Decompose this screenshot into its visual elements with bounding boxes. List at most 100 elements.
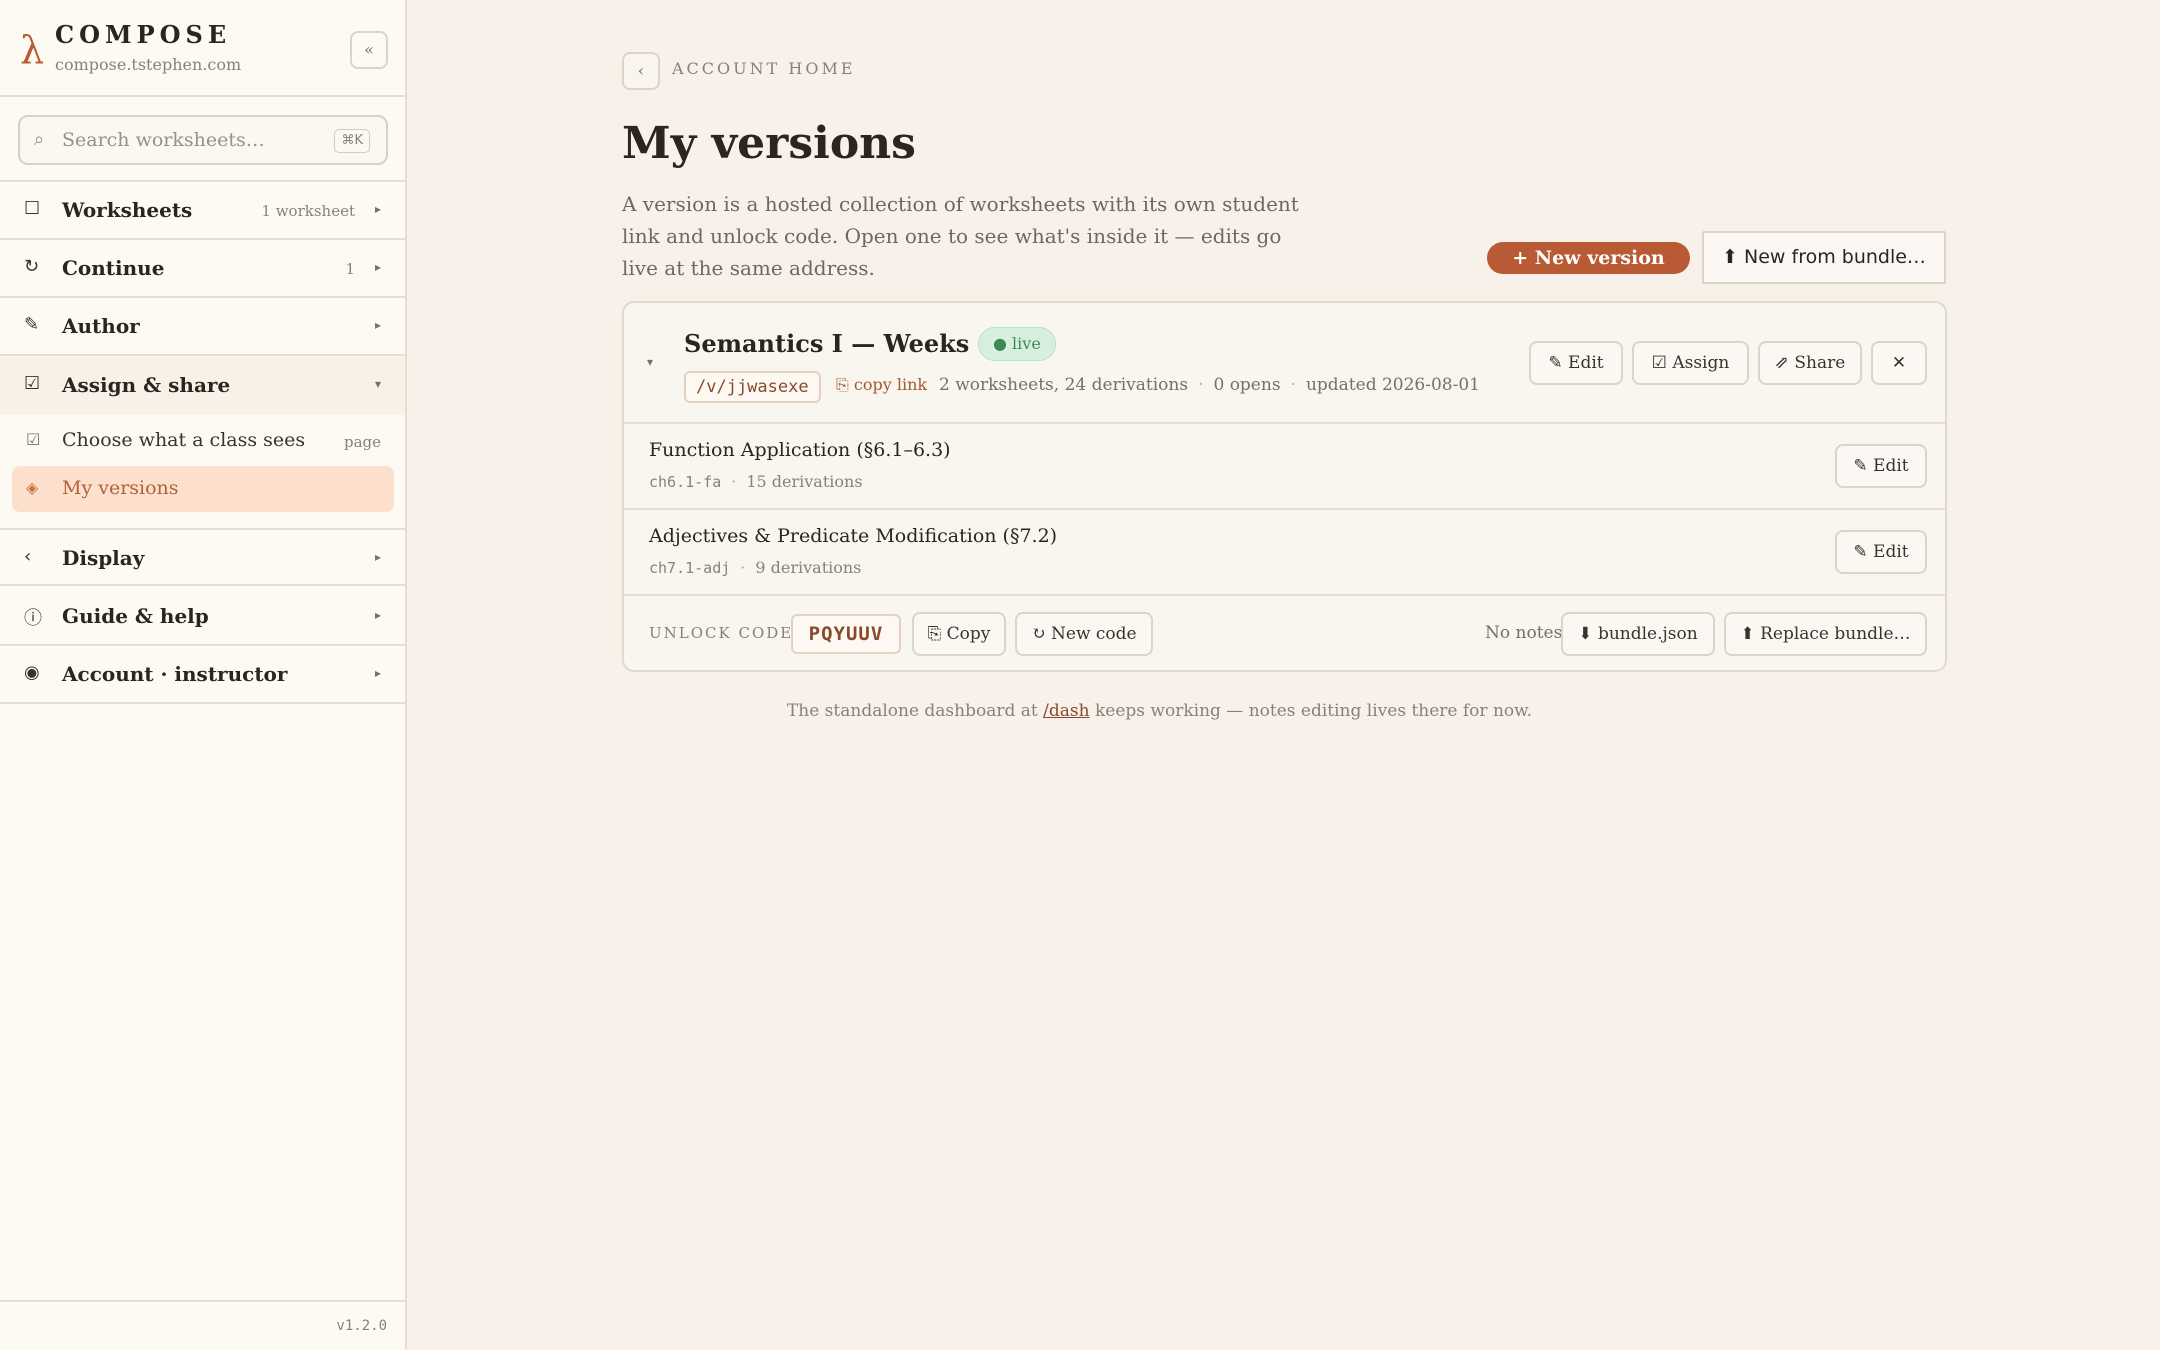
continue-icon: ↻ [24, 256, 40, 277]
dash-link[interactable]: /dash [1043, 701, 1089, 721]
version-title: Semantics I — Weeks 1–3 [684, 329, 1024, 358]
footer-note-text: keeps working — notes editing lives ther… [1089, 701, 1533, 721]
sidebar-item-label: Display [62, 546, 145, 570]
delete-version-button[interactable]: ✕ [1871, 341, 1927, 385]
version-meta-worksheets: 2 worksheets, 24 derivations [939, 375, 1189, 395]
unlock-code-label: UNLOCK CODE [649, 624, 794, 642]
sidebar-subitem-label: My versions [62, 477, 179, 499]
app-version: v1.2.0 [336, 1318, 387, 1334]
collapse-toggle-icon[interactable]: ▾ [647, 355, 653, 369]
edit-worksheet-button[interactable]: ✎ Edit [1835, 444, 1927, 488]
chevron-right-icon: ▸ [374, 550, 381, 564]
version-card-header: ▾ Semantics I — Weeks 1–3 ● live /v/jjwa… [624, 303, 1945, 424]
footer-note: The standalone dashboard at /dash keeps … [407, 701, 1912, 721]
version-url: /v/jjwasexe [684, 371, 821, 403]
replace-bundle-button[interactable]: ⬆ Replace bundle… [1724, 612, 1927, 656]
worksheet-code: ch7.1-adj [649, 559, 731, 577]
sidebar-footer: v1.2.0 [0, 1300, 405, 1350]
app-domain: compose.tstephen.com [55, 55, 242, 74]
lambda-logo-icon: λ [20, 28, 45, 72]
account-icon: ◉ [24, 662, 40, 683]
worksheet-row: Adjectives & Predicate Modification (§7.… [624, 510, 1945, 596]
page-title: My versions [622, 118, 916, 169]
page-intro: A version is a hosted collection of work… [622, 192, 1299, 280]
edit-worksheet-button[interactable]: ✎ Edit [1835, 530, 1927, 574]
breadcrumb[interactable]: ACCOUNT HOME [672, 59, 856, 78]
worksheet-code: ch6.1-fa [649, 473, 722, 491]
chevron-right-icon: ▸ [374, 608, 381, 622]
sidebar-item-label: Guide & help [62, 604, 209, 628]
sidebar-item-count: 1 [345, 260, 355, 278]
sidebar-item-label: Worksheets [62, 198, 193, 222]
sidebar-item-worksheets[interactable]: ☐ Worksheets 1 worksheet ▸ [0, 182, 405, 240]
worksheet-derivations: 15 derivations [746, 472, 863, 491]
sidebar-item-label: Account · instructor [62, 662, 288, 686]
worksheets-icon: ☐ [24, 198, 41, 219]
worksheet-meta: ch7.1-adj · 9 derivations [649, 558, 861, 577]
separator-dot: · [1290, 375, 1296, 395]
sidebar-item-label: Continue [62, 256, 165, 280]
sidebar-subitem-label: Choose what a class sees [62, 429, 306, 451]
search-section: ⌕ ⌘K [0, 97, 405, 182]
search-shortcut-hint: ⌘K [334, 129, 370, 153]
unlock-code-value: PQYUUV [791, 614, 901, 654]
info-icon: ⓘ [24, 608, 42, 629]
sidebar-item-guide-help[interactable]: ⓘ Guide & help ▸ [0, 588, 405, 646]
sidebar-item-account[interactable]: ◉ Account · instructor ▸ [0, 646, 405, 704]
brand-header: λ COMPOSE compose.tstephen.com « [0, 0, 405, 97]
main-content: ‹ ACCOUNT HOME My versions A version is … [407, 0, 2160, 1350]
chevron-right-icon: ▸ [374, 318, 381, 332]
download-bundle-button[interactable]: ⬇ bundle.json [1561, 612, 1715, 656]
chevron-right-icon: ▸ [374, 666, 381, 680]
checkbox-icon: ☑ [24, 373, 41, 394]
display-icon: ‹ [24, 546, 32, 567]
checkbox-icon: ☑ [26, 430, 41, 449]
chevron-down-icon: ▾ [374, 377, 381, 391]
copy-code-button[interactable]: ⎘ Copy [912, 612, 1006, 656]
sidebar-subitem-my-versions[interactable]: ◈ My versions [12, 466, 394, 512]
version-card: ▾ Semantics I — Weeks 1–3 ● live /v/jjwa… [622, 301, 1947, 672]
collapse-sidebar-button[interactable]: « [350, 31, 388, 69]
search-icon: ⌕ [34, 129, 45, 150]
separator-dot: · [740, 558, 746, 577]
versions-icon: ◈ [26, 478, 39, 497]
worksheet-meta: ch6.1-fa · 15 derivations [649, 472, 863, 491]
pencil-icon: ✎ [24, 314, 40, 335]
sidebar-subitem-choose-class[interactable]: ☑ Choose what a class sees page [0, 418, 405, 464]
status-badge: ● live [978, 327, 1056, 361]
worksheet-title: Function Application (§6.1–6.3) [649, 439, 951, 461]
sidebar: λ COMPOSE compose.tstephen.com « ⌕ ⌘K ☐ … [0, 0, 407, 1350]
worksheet-title: Adjectives & Predicate Modification (§7.… [649, 525, 1058, 547]
assign-version-button[interactable]: ☑ Assign [1632, 341, 1749, 385]
sidebar-item-count: 1 worksheet [261, 202, 355, 220]
chevron-right-icon: ▸ [374, 260, 381, 274]
copy-link-button[interactable]: ⎘ copy link [836, 375, 927, 395]
version-card-footer: UNLOCK CODE PQYUUV ⎘ Copy ↻ New code No … [624, 596, 1945, 672]
new-from-bundle-button[interactable]: ⬆ New from bundle… [1702, 231, 1946, 284]
search-box[interactable]: ⌕ ⌘K [18, 115, 388, 165]
share-version-button[interactable]: ⇗ Share [1758, 341, 1862, 385]
chevron-right-icon: ▸ [374, 202, 381, 216]
app-name: COMPOSE [55, 20, 232, 49]
sidebar-item-assign-share[interactable]: ☑ Assign & share ▾ [0, 357, 405, 415]
footer-note-text: The standalone dashboard at [786, 701, 1044, 721]
worksheet-derivations: 9 derivations [755, 558, 862, 577]
separator-dot: · [731, 472, 737, 491]
separator-dot: · [1198, 375, 1204, 395]
search-input[interactable] [62, 125, 302, 155]
sidebar-subitem-tag: page [343, 433, 381, 451]
sidebar-item-display[interactable]: ‹ Display ▸ [0, 528, 405, 586]
sidebar-item-label: Assign & share [62, 373, 231, 397]
sidebar-item-continue[interactable]: ↻ Continue 1 ▸ [0, 240, 405, 298]
version-meta: 2 worksheets, 24 derivations · 0 opens · upd… [939, 375, 1480, 395]
sidebar-item-author[interactable]: ✎ Author ▸ [0, 298, 405, 356]
notes-status: No notes [1485, 623, 1563, 643]
worksheet-row: Function Application (§6.1–6.3) ch6.1-fa… [624, 424, 1945, 510]
new-code-button[interactable]: ↻ New code [1015, 612, 1153, 656]
new-version-button[interactable]: + New version [1487, 242, 1690, 274]
sidebar-item-label: Author [62, 314, 140, 338]
version-meta-updated: updated 2026-08-01 [1305, 375, 1480, 395]
edit-version-button[interactable]: ✎ Edit [1529, 341, 1623, 385]
back-button[interactable]: ‹ [622, 52, 660, 90]
version-meta-opens: 0 opens [1213, 375, 1281, 395]
